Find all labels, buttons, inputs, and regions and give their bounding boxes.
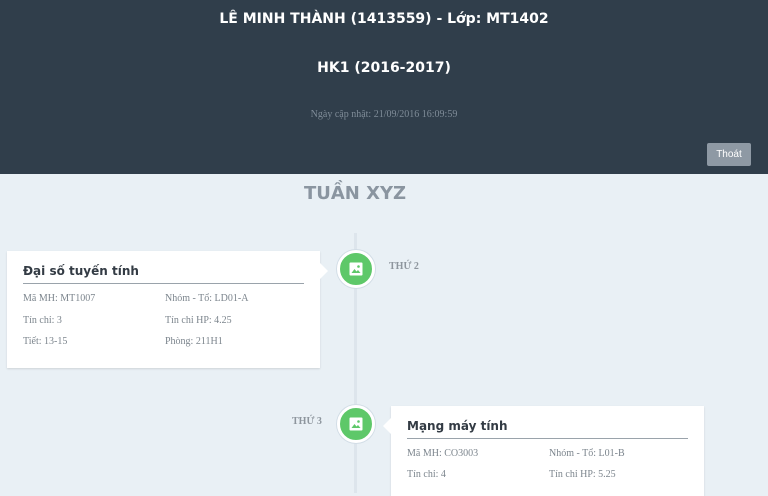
course-periods: Tiết: 13-15 (23, 336, 68, 347)
timeline-node (337, 405, 375, 443)
course-room: Phòng: 211H1 (165, 336, 223, 347)
day-label: THỨ 3 (292, 416, 322, 427)
week-title: TUẦN XYZ (303, 183, 407, 204)
card-pointer (320, 263, 328, 279)
course-card[interactable]: Đại số tuyến tính Mã MH: MT1007 Nhóm - T… (7, 251, 328, 368)
course-title: Đại số tuyến tính (23, 264, 304, 284)
day-label: THỨ 2 (389, 261, 419, 272)
term-title: HK1 (2016-2017) (317, 60, 451, 76)
last-updated: Ngày cập nhật: 21/09/2016 16:09:59 (310, 109, 458, 120)
student-info: LÊ MINH THÀNH (1413559) - Lớp: MT1402 (219, 11, 549, 27)
course-card[interactable]: Mạng máy tính Mã MH: CO3003 Nhóm - Tổ: L… (383, 406, 704, 496)
image-icon (349, 262, 363, 276)
course-credits: Tín chỉ: 4 (407, 469, 446, 480)
course-fee-credits: Tín chỉ HP: 5.25 (549, 469, 616, 480)
logout-button[interactable]: Thoát (707, 143, 751, 166)
timeline-node (337, 250, 375, 288)
course-title: Mạng máy tính (407, 419, 688, 439)
course-code: Mã MH: CO3003 (407, 448, 479, 459)
course-group: Nhóm - Tổ: LD01-A (165, 293, 249, 304)
course-code: Mã MH: MT1007 (23, 293, 96, 304)
course-group: Nhóm - Tổ: L01-B (549, 448, 625, 459)
card-pointer (383, 418, 391, 434)
course-credits: Tín chỉ: 3 (23, 315, 62, 326)
course-fee-credits: Tín chỉ HP: 4.25 (165, 315, 232, 326)
page-header: LÊ MINH THÀNH (1413559) - Lớp: MT1402 HK… (0, 0, 768, 174)
image-icon (349, 417, 363, 431)
